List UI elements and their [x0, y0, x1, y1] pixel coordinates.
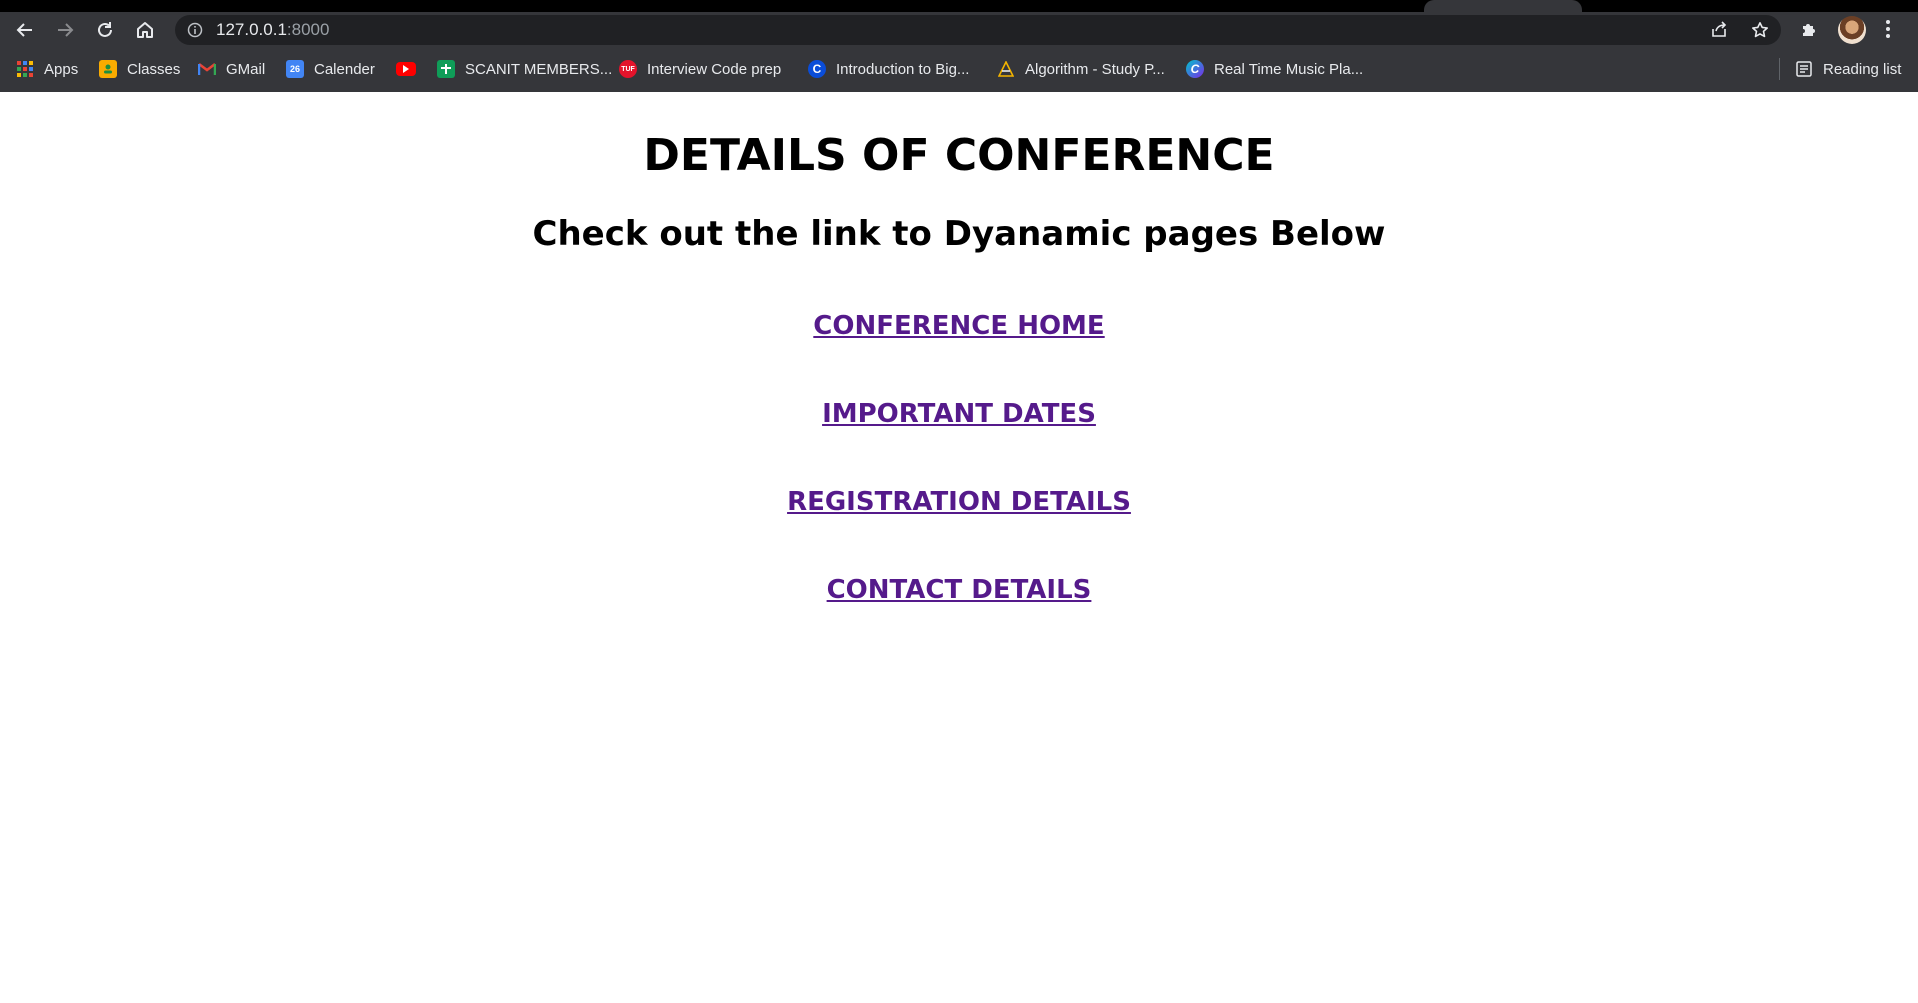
home-button[interactable] — [132, 17, 158, 43]
bookmarks-bar: Apps Classes GMail 26 Calender SCANIT ME… — [0, 48, 1918, 92]
bookmark-label: SCANIT MEMBERS... — [465, 60, 613, 78]
bookmark-calendar[interactable]: 26 Calender — [286, 58, 375, 80]
page-content: DETAILS OF CONFERENCE Check out the link… — [0, 92, 1918, 1003]
bookmark-label: Introduction to Big... — [836, 60, 970, 78]
bookmark-label: Algorithm - Study P... — [1025, 60, 1165, 78]
bookmark-label: GMail — [226, 60, 266, 78]
bookmark-youtube[interactable] — [396, 58, 416, 80]
back-button[interactable] — [12, 17, 38, 43]
reading-list-label: Reading list — [1823, 60, 1902, 78]
sheets-icon — [437, 60, 455, 78]
bookmark-label: Real Time Music Pla... — [1214, 60, 1364, 78]
canva-icon: C — [1186, 60, 1204, 78]
reload-icon — [98, 22, 112, 37]
info-icon[interactable] — [187, 22, 203, 38]
arrow-right-icon — [58, 23, 74, 37]
share-icon[interactable] — [1710, 21, 1728, 39]
url-text[interactable]: 127.0.0.1:8000 — [216, 20, 329, 40]
url-port: :8000 — [286, 20, 330, 39]
bookmark-star-icon[interactable] — [1751, 21, 1769, 39]
bookmark-scanit-members[interactable]: SCANIT MEMBERS... — [437, 58, 612, 80]
classroom-icon — [99, 60, 117, 78]
gmail-icon — [198, 60, 216, 78]
bookmark-gmail[interactable]: GMail — [198, 58, 265, 80]
bookmark-classes[interactable]: Classes — [99, 58, 180, 80]
link-registration-details[interactable]: REGISTRATION DETAILS — [787, 488, 1131, 516]
page-title: DETAILS OF CONFERENCE — [643, 130, 1275, 181]
profile-avatar[interactable] — [1838, 16, 1866, 44]
tuf-icon: TUF — [619, 60, 637, 78]
bookmarks-divider — [1779, 58, 1780, 80]
bookmark-apps[interactable]: Apps — [16, 58, 78, 80]
apps-grid-icon — [16, 60, 34, 78]
browser-toolbar: 127.0.0.1:8000 — [0, 12, 1918, 48]
bookmark-algorithm-study[interactable]: Algorithm - Study P... — [997, 58, 1165, 80]
link-contact-details[interactable]: CONTACT DETAILS — [827, 576, 1092, 604]
bookmark-interview-code-prep[interactable]: TUF Interview Code prep — [619, 58, 781, 80]
url-host: 127.0.0.1 — [216, 20, 287, 39]
active-tab[interactable] — [1424, 0, 1582, 12]
bookmark-label: Classes — [127, 60, 181, 78]
dynamic-pages-links: CONFERENCE HOME IMPORTANT DATES REGISTRA… — [0, 312, 1918, 664]
forward-button[interactable] — [52, 17, 78, 43]
calendar-icon: 26 — [286, 60, 304, 78]
tab-strip — [0, 0, 1918, 12]
home-icon — [137, 22, 153, 38]
bookmark-label: Apps — [44, 60, 79, 78]
arrow-left-icon — [16, 23, 32, 37]
reading-list-icon — [1795, 60, 1813, 78]
extensions-puzzle-icon[interactable] — [1799, 20, 1819, 40]
link-important-dates[interactable]: IMPORTANT DATES — [822, 400, 1096, 428]
reading-list-button[interactable]: Reading list — [1795, 58, 1901, 80]
bookmark-label: Calender — [314, 60, 375, 78]
more-menu-icon[interactable] — [1885, 20, 1891, 40]
page-subtitle: Check out the link to Dyanamic pages Bel… — [532, 214, 1386, 254]
address-bar[interactable]: 127.0.0.1:8000 — [175, 15, 1781, 45]
youtube-icon — [396, 62, 416, 76]
algorithm-icon — [997, 60, 1015, 78]
reload-button[interactable] — [92, 17, 118, 43]
link-conference-home[interactable]: CONFERENCE HOME — [813, 312, 1104, 340]
bookmark-real-time-music[interactable]: C Real Time Music Pla... — [1186, 58, 1363, 80]
bookmark-label: Interview Code prep — [647, 60, 782, 78]
bookmark-introduction-to-big[interactable]: C Introduction to Big... — [808, 58, 969, 80]
c-logo-icon: C — [808, 60, 826, 78]
